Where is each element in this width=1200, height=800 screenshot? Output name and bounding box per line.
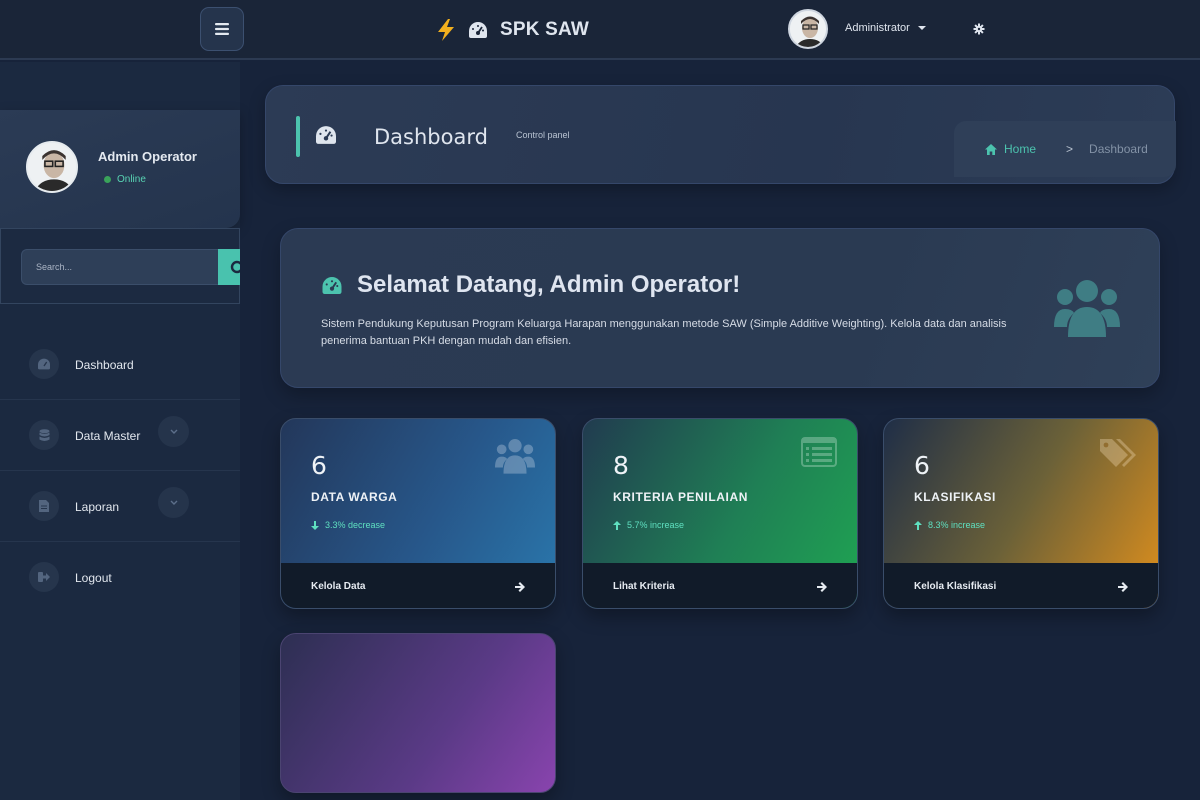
stat-footer-label: Kelola Klasifikasi bbox=[914, 581, 997, 592]
top-navbar: SPK SAW Administrator bbox=[0, 0, 1200, 60]
stat-value: 6 bbox=[914, 451, 930, 480]
sidebar-item-dashboard[interactable]: Dashboard bbox=[0, 329, 240, 400]
dashboard-icon bbox=[38, 358, 50, 370]
sidebar-search bbox=[0, 228, 240, 304]
stat-label: DATA WARGA bbox=[311, 490, 398, 504]
user-status: Online bbox=[104, 174, 146, 185]
submenu-toggle[interactable] bbox=[158, 416, 189, 447]
stat-value: 6 bbox=[311, 451, 327, 480]
brand[interactable]: SPK SAW bbox=[436, 17, 589, 43]
brand-name: SPK SAW bbox=[500, 19, 590, 40]
menu-icon-wrap bbox=[29, 491, 59, 521]
stat-trend-label: 3.3% decrease bbox=[325, 520, 386, 530]
gear-icon bbox=[973, 23, 985, 35]
stat-trend-label: 8.3% increase bbox=[928, 520, 986, 530]
user-status-label: Online bbox=[117, 174, 146, 185]
lightning-icon bbox=[438, 19, 454, 41]
stat-trend: 8.3% increase bbox=[914, 520, 985, 530]
stat-value: 8 bbox=[613, 451, 629, 480]
users-icon bbox=[495, 439, 535, 474]
search-button[interactable] bbox=[218, 249, 240, 285]
content-header: Dashboard Control panel Home > Dashboard bbox=[265, 85, 1176, 184]
search-icon bbox=[230, 260, 240, 274]
search-input[interactable] bbox=[21, 249, 219, 285]
dashboard-icon bbox=[469, 22, 487, 38]
breadcrumb-separator: > bbox=[1066, 142, 1074, 156]
welcome-title: Selamat Datang, Admin Operator! bbox=[357, 271, 741, 298]
tags-icon bbox=[1100, 439, 1136, 467]
arrow-right-icon bbox=[817, 581, 827, 592]
sidebar-item-label: Data Master bbox=[75, 429, 141, 443]
sidebar-toggle-button[interactable] bbox=[200, 7, 244, 51]
stat-footer-link[interactable]: Kelola Data bbox=[281, 563, 555, 608]
stat-trend-label: 5.7% increase bbox=[627, 520, 685, 530]
stat-footer-label: Lihat Kriteria bbox=[613, 581, 675, 592]
dashboard-icon bbox=[322, 276, 342, 294]
menu-icon-wrap bbox=[29, 562, 59, 592]
chevron-down-icon bbox=[170, 500, 177, 505]
breadcrumb-home-link[interactable]: Home bbox=[985, 142, 1036, 156]
stat-card-purple bbox=[280, 633, 556, 793]
settings-button[interactable] bbox=[972, 22, 986, 36]
sidebar-item-label: Dashboard bbox=[75, 358, 134, 372]
sidebar-menu: Dashboard Data Master Laporan Logout bbox=[0, 329, 240, 613]
arrow-up-icon bbox=[613, 520, 621, 530]
user-photo-icon bbox=[28, 143, 76, 191]
menu-icon-wrap bbox=[29, 349, 59, 379]
stat-label: KRITERIA PENILAIAN bbox=[613, 490, 749, 504]
file-icon bbox=[39, 500, 49, 512]
page-title: Dashboard bbox=[374, 125, 488, 149]
sidebar-avatar bbox=[26, 141, 78, 193]
database-icon bbox=[39, 428, 49, 441]
user-menu-dropdown[interactable]: Administrator bbox=[845, 22, 926, 34]
avatar[interactable] bbox=[788, 9, 828, 49]
stat-footer-link[interactable]: Lihat Kriteria bbox=[583, 563, 857, 608]
page-subtitle: Control panel bbox=[516, 130, 570, 140]
sidebar: Admin Operator Online Dashboard bbox=[0, 62, 240, 800]
sidebar-item-data-master[interactable]: Data Master bbox=[0, 400, 240, 471]
user-panel: Admin Operator Online bbox=[0, 110, 240, 228]
sidebar-item-label: Laporan bbox=[75, 500, 120, 514]
stat-trend: 3.3% decrease bbox=[311, 520, 385, 530]
users-icon bbox=[1054, 280, 1120, 337]
hamburger-icon bbox=[215, 23, 229, 35]
submenu-toggle[interactable] bbox=[158, 487, 189, 518]
caret-down-icon bbox=[917, 26, 926, 30]
accent-bar bbox=[296, 116, 300, 157]
sidebar-item-laporan[interactable]: Laporan bbox=[0, 471, 240, 542]
welcome-card: Selamat Datang, Admin Operator! Sistem P… bbox=[280, 228, 1160, 388]
stat-card-klasifikasi: 6 KLASIFIKASI 8.3% increase Kelola Klasi… bbox=[883, 418, 1159, 609]
chevron-down-icon bbox=[170, 429, 177, 434]
welcome-heading: Selamat Datang, Admin Operator! bbox=[321, 271, 740, 299]
sidebar-item-label: Logout bbox=[75, 571, 112, 585]
sidebar-item-logout[interactable]: Logout bbox=[0, 542, 240, 613]
arrow-up-icon bbox=[914, 520, 922, 530]
stat-label: KLASIFIKASI bbox=[914, 490, 996, 504]
stat-card-data-warga: 6 DATA WARGA 3.3% decrease Kelola Data bbox=[280, 418, 556, 609]
home-icon bbox=[985, 143, 997, 155]
menu-icon-wrap bbox=[29, 420, 59, 450]
stat-card-kriteria: 8 KRITERIA PENILAIAN 5.7% increase Lihat… bbox=[582, 418, 858, 609]
breadcrumb-current: Dashboard bbox=[1089, 142, 1148, 156]
arrow-right-icon bbox=[515, 581, 525, 592]
welcome-description: Sistem Pendukung Keputusan Program Kelua… bbox=[321, 318, 1007, 347]
stat-trend: 5.7% increase bbox=[613, 520, 684, 530]
stat-footer-link[interactable]: Kelola Klasifikasi bbox=[884, 563, 1158, 608]
breadcrumb: Home > Dashboard bbox=[954, 121, 1176, 177]
list-icon bbox=[801, 437, 837, 467]
status-dot-icon bbox=[104, 176, 111, 183]
stat-footer-label: Kelola Data bbox=[311, 581, 366, 592]
user-menu-label: Administrator bbox=[845, 22, 910, 34]
sidebar-user-name: Admin Operator bbox=[98, 149, 197, 164]
arrow-down-icon bbox=[311, 520, 319, 530]
breadcrumb-home-label: Home bbox=[1004, 142, 1037, 156]
sign-out-icon bbox=[38, 572, 50, 582]
user-photo-icon bbox=[790, 11, 826, 47]
arrow-right-icon bbox=[1118, 581, 1128, 592]
dashboard-icon bbox=[316, 126, 336, 144]
